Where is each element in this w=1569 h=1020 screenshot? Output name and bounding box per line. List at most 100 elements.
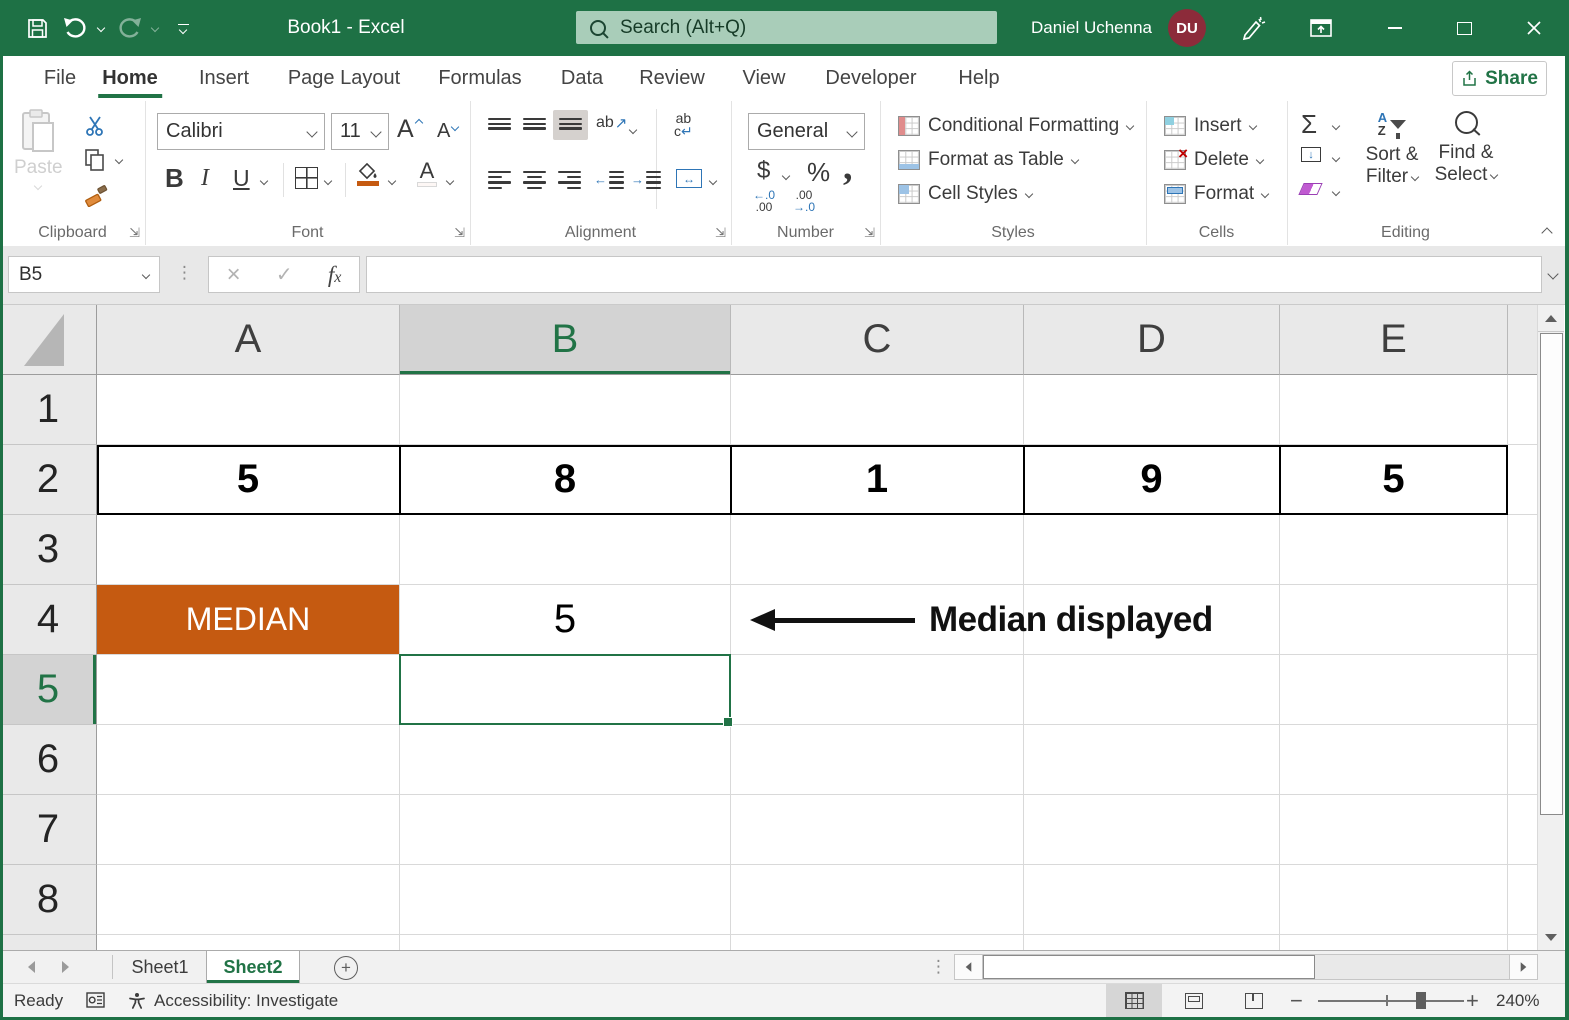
cell-styles-button[interactable]: Cell Styles (898, 183, 1033, 205)
middle-align-button[interactable] (523, 118, 546, 132)
insert-function-button[interactable]: fx (328, 262, 342, 288)
cell-d6[interactable] (1024, 725, 1280, 795)
cell-c2[interactable]: 1 (731, 445, 1024, 515)
macro-record-button[interactable] (86, 992, 105, 1013)
comma-style-button[interactable]: , (843, 145, 853, 189)
cell-a5[interactable] (97, 655, 400, 725)
delete-cells-button[interactable]: Delete (1164, 144, 1265, 171)
page-break-preview-button[interactable] (1226, 984, 1282, 1017)
cell-a4-median-label[interactable]: MEDIAN (97, 585, 400, 655)
cell-e1[interactable] (1280, 375, 1508, 445)
row-header-7[interactable]: 7 (0, 795, 97, 865)
zoom-slider-track[interactable] (1318, 1000, 1464, 1002)
tab-page-layout[interactable]: Page Layout (288, 56, 400, 101)
row-header-3[interactable]: 3 (0, 515, 97, 585)
cell-b1[interactable] (400, 375, 731, 445)
align-right-button[interactable] (558, 171, 581, 189)
cell-c3[interactable] (731, 515, 1024, 585)
cancel-button[interactable]: × (227, 261, 241, 289)
column-header-d[interactable]: D (1024, 305, 1280, 375)
bottom-align-button[interactable] (553, 110, 588, 140)
tab-formulas[interactable]: Formulas (438, 56, 521, 101)
expand-formula-bar-icon[interactable] (1547, 268, 1559, 280)
tab-help[interactable]: Help (958, 56, 999, 101)
bold-button[interactable]: B (165, 163, 184, 194)
cell-b3[interactable] (400, 515, 731, 585)
maximize-button[interactable] (1434, 0, 1494, 56)
fill-button[interactable]: ↓ (1301, 147, 1321, 162)
cell-a7[interactable] (97, 795, 400, 865)
cell-a1[interactable] (97, 375, 400, 445)
decrease-font-size-button[interactable]: A (437, 120, 460, 143)
format-as-table-button[interactable]: Format as Table (898, 149, 1080, 171)
collapse-ribbon-button[interactable] (1541, 227, 1553, 239)
zoom-in-button[interactable]: + (1466, 984, 1479, 1017)
borders-dropdown-icon[interactable] (323, 176, 333, 186)
sheet-tab-sheet2[interactable]: Sheet2 (206, 951, 300, 983)
undo-dropdown[interactable] (92, 0, 110, 56)
cell-c1[interactable] (731, 375, 1024, 445)
save-button[interactable] (18, 0, 56, 56)
column-header-c[interactable]: C (731, 305, 1024, 375)
find-select-button[interactable]: Find & Select (1431, 111, 1501, 186)
row-header-2[interactable]: 2 (0, 445, 97, 515)
copy-button[interactable] (84, 149, 106, 171)
cell-e6[interactable] (1280, 725, 1508, 795)
borders-button[interactable] (295, 167, 318, 189)
orientation-dropdown-icon[interactable] (628, 125, 638, 135)
accounting-format-button[interactable]: $ (757, 157, 770, 185)
cell-c9-partial[interactable] (731, 935, 1024, 950)
formula-bar-drag-dots[interactable]: ⋮ (176, 263, 194, 283)
sort-filter-button[interactable]: AZ Sort & Filter (1359, 111, 1425, 188)
cell-d8[interactable] (1024, 865, 1280, 935)
merge-center-dropdown-icon[interactable] (708, 176, 718, 186)
cell-d3[interactable] (1024, 515, 1280, 585)
accessibility-status[interactable]: Accessibility: Investigate (154, 984, 338, 1017)
paste-button[interactable]: Paste (14, 109, 63, 191)
cell-d1[interactable] (1024, 375, 1280, 445)
cell-c7[interactable] (731, 795, 1024, 865)
clear-dropdown-icon[interactable] (1331, 187, 1341, 197)
cell-b6[interactable] (400, 725, 731, 795)
previous-sheet-button[interactable] (28, 961, 35, 973)
underline-button[interactable]: U (233, 165, 250, 192)
search-box[interactable]: Search (Alt+Q) (576, 11, 997, 44)
user-name[interactable]: Daniel Uchenna (950, 0, 1152, 56)
format-cells-button[interactable]: Format (1164, 183, 1270, 205)
orientation-button[interactable]: ab ↗ (596, 114, 627, 132)
cell-d9-partial[interactable] (1024, 935, 1280, 950)
font-color-dropdown-icon[interactable] (445, 176, 455, 186)
cell-a6[interactable] (97, 725, 400, 795)
cell-b5-selected[interactable] (400, 655, 731, 725)
clear-button[interactable] (1298, 183, 1323, 195)
tab-insert[interactable]: Insert (199, 56, 249, 101)
cell-e9-partial[interactable] (1280, 935, 1508, 950)
format-painter-button[interactable] (84, 185, 108, 207)
zoom-out-button[interactable]: − (1290, 984, 1303, 1017)
clipboard-dialog-launcher[interactable]: ⇲ (129, 226, 140, 239)
share-button[interactable]: Share (1452, 61, 1547, 96)
formula-input[interactable] (366, 256, 1542, 293)
next-sheet-button[interactable] (62, 961, 69, 973)
underline-dropdown-icon[interactable] (259, 176, 269, 186)
name-box[interactable]: B5 (8, 256, 160, 293)
horizontal-scroll-thumb[interactable] (983, 955, 1315, 979)
merge-center-button[interactable]: ↔ (676, 169, 702, 188)
sheet-tab-sheet1[interactable]: Sheet1 (114, 951, 207, 983)
center-button[interactable] (523, 171, 546, 189)
cut-button[interactable] (84, 115, 106, 137)
cell-b4-median-value[interactable]: 5 (400, 585, 731, 655)
avatar[interactable]: DU (1168, 9, 1206, 47)
cell-b2[interactable]: 8 (400, 445, 731, 515)
decrease-decimal-button[interactable]: .00 →.0 (793, 189, 815, 213)
cell-e2[interactable]: 5 (1280, 445, 1508, 515)
cell-e8[interactable] (1280, 865, 1508, 935)
font-color-button[interactable]: A (417, 160, 437, 187)
cell-b7[interactable] (400, 795, 731, 865)
font-dialog-launcher[interactable]: ⇲ (454, 226, 465, 239)
insert-cells-button[interactable]: Insert (1164, 115, 1257, 137)
tab-view[interactable]: View (743, 56, 786, 101)
close-button[interactable] (1504, 0, 1564, 56)
enter-button[interactable]: ✓ (276, 262, 293, 287)
scroll-down-button[interactable] (1538, 924, 1564, 950)
